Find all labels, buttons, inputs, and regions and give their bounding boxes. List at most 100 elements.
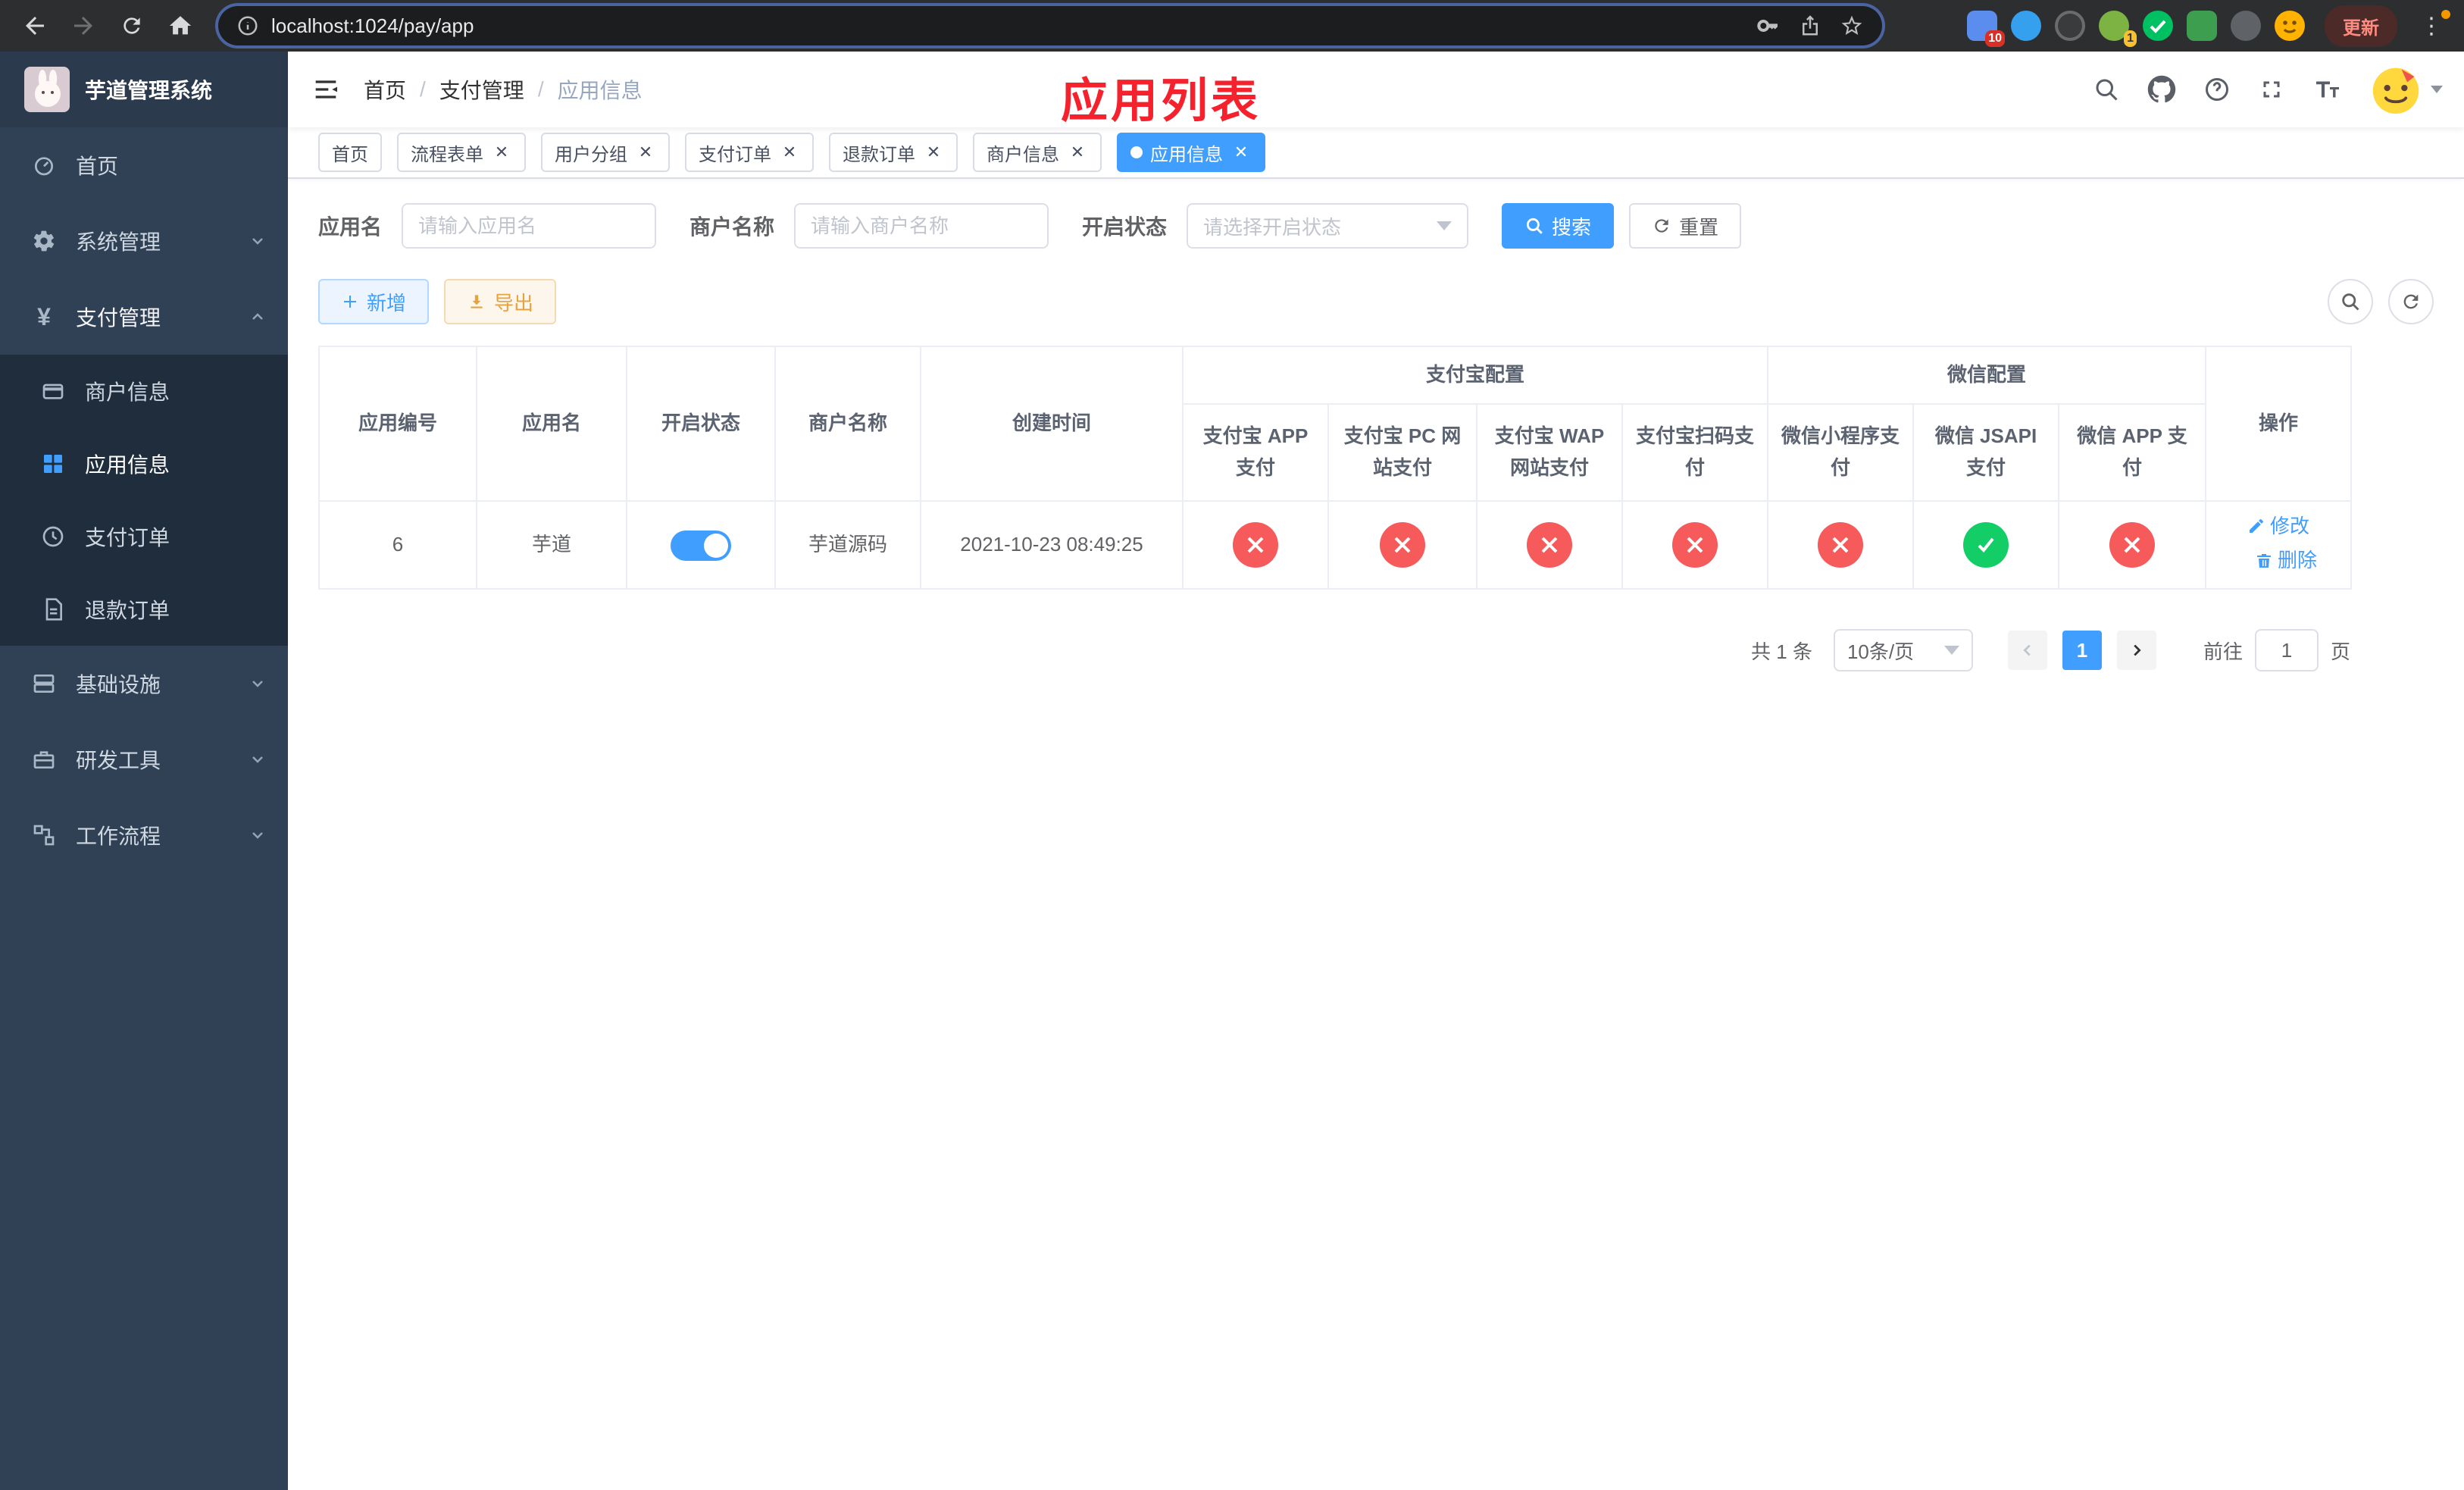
status-select[interactable]: 请选择开启状态 (1187, 203, 1469, 249)
sidebar-item-pay-order[interactable]: 支付订单 (0, 500, 288, 573)
close-icon[interactable]: ✕ (491, 142, 512, 163)
bank-card-icon (39, 379, 67, 403)
sidebar-item-payment[interactable]: ¥ 支付管理 (0, 279, 288, 355)
browser-update-button[interactable]: 更新 (2325, 5, 2397, 47)
tab-user-group[interactable]: 用户分组 ✕ (541, 133, 670, 172)
merchant-name-input-wrap (794, 203, 1049, 249)
search-icon[interactable] (2093, 76, 2120, 103)
delete-button[interactable]: 删除 (2255, 545, 2317, 577)
extension-icon-2[interactable] (2011, 11, 2041, 41)
tab-merchant-info[interactable]: 商户信息 ✕ (973, 133, 1102, 172)
pagination: 共 1 条 10条/页 1 前往 页 (318, 629, 2350, 671)
sidebar-item-home[interactable]: 首页 (0, 127, 288, 203)
add-button[interactable]: 新增 (318, 279, 430, 324)
server-icon (30, 671, 58, 696)
sidebar-item-refund-order[interactable]: 退款订单 (0, 573, 288, 646)
tab-pay-order[interactable]: 支付订单 ✕ (685, 133, 814, 172)
tab-home[interactable]: 首页 (318, 133, 382, 172)
app-logo: 芋道管理系统 (0, 52, 288, 127)
sidebar-item-infrastructure[interactable]: 基础设施 (0, 646, 288, 722)
refresh-table-button[interactable] (2388, 279, 2434, 324)
payment-submenu: 商户信息 应用信息 支付订单 退款订单 (0, 355, 288, 646)
tab-refund-order[interactable]: 退款订单 ✕ (829, 133, 958, 172)
column-group-alipay: 支付宝配置 (1181, 346, 1769, 405)
browser-forward-button[interactable] (64, 6, 103, 45)
column-header-alipay-pc: 支付宝 PC 网站支付 (1327, 403, 1477, 502)
toggle-search-button[interactable] (2328, 279, 2373, 324)
app-name-label: 应用名 (318, 215, 383, 239)
edit-button[interactable]: 修改 (2247, 511, 2309, 543)
breadcrumb-separator: / (537, 77, 544, 101)
goto-page-input[interactable] (2254, 629, 2319, 671)
table-toolbar: 新增 导出 (318, 279, 2434, 324)
browser-home-button[interactable] (161, 6, 200, 45)
close-icon[interactable]: ✕ (1230, 142, 1252, 163)
tab-app-info[interactable]: 应用信息 ✕ (1117, 133, 1265, 172)
search-button[interactable]: 搜索 (1502, 203, 1615, 249)
cell-app-name: 芋道 (476, 500, 627, 590)
sidebar-item-dev-tools[interactable]: 研发工具 (0, 722, 288, 797)
sidebar-toggle-icon[interactable] (288, 52, 364, 127)
merchant-name-input[interactable] (811, 214, 1033, 238)
help-icon[interactable] (2203, 76, 2231, 103)
chevron-down-icon (2431, 86, 2443, 93)
password-key-icon[interactable] (1756, 14, 1781, 38)
browser-address-bar[interactable]: localhost:1024/pay/app (218, 6, 1882, 45)
site-info-icon[interactable] (236, 14, 259, 37)
chevron-down-icon (249, 232, 267, 250)
close-icon[interactable]: ✕ (779, 142, 800, 163)
browser-menu-icon[interactable]: ⋮ (2414, 9, 2450, 39)
sidebar-item-label: 支付管理 (76, 306, 161, 330)
extension-icon-3[interactable] (2055, 11, 2085, 41)
user-menu[interactable] (2370, 64, 2443, 115)
extension-icon-6[interactable] (2187, 11, 2217, 41)
sidebar-item-system[interactable]: 系统管理 (0, 203, 288, 279)
extension-tabs-icon[interactable]: 10 (1967, 11, 2005, 47)
sidebar-item-label: 退款订单 (85, 599, 170, 622)
search-icon (2342, 293, 2359, 311)
next-page-button[interactable] (2116, 631, 2156, 670)
page-number-button[interactable]: 1 (2062, 631, 2102, 670)
url-text[interactable]: localhost:1024/pay/app (271, 14, 1738, 38)
github-icon[interactable] (2147, 75, 2176, 104)
share-icon[interactable] (1799, 14, 1821, 37)
column-header-wechat-mini: 微信小程序支付 (1767, 403, 1915, 502)
close-icon[interactable]: ✕ (1067, 142, 1088, 163)
sidebar-item-workflow[interactable]: 工作流程 (0, 797, 288, 873)
extension-icon-7[interactable] (2231, 11, 2261, 41)
order-icon (39, 524, 67, 549)
download-icon (471, 295, 483, 308)
column-header-wechat-jsapi: 微信 JSAPI 支付 (1912, 403, 2060, 502)
column-header-status: 开启状态 (626, 346, 776, 502)
export-button[interactable]: 导出 (444, 279, 557, 324)
bookmark-star-icon[interactable] (1840, 14, 1864, 38)
wechat-jsapi-enabled-icon (1963, 522, 2009, 568)
sidebar-item-app-info[interactable]: 应用信息 (0, 427, 288, 500)
browser-refresh-button[interactable] (112, 6, 152, 45)
app-name-input[interactable] (418, 214, 640, 238)
prev-page-button[interactable] (2007, 631, 2047, 670)
status-toggle[interactable] (671, 531, 731, 562)
fullscreen-icon[interactable] (2258, 76, 2285, 103)
reset-button[interactable]: 重置 (1629, 203, 1742, 249)
extension-icon-5[interactable] (2143, 11, 2173, 41)
font-size-icon[interactable] (2312, 76, 2343, 103)
total-count: 共 1 条 (1751, 640, 1812, 663)
extension-icon-8[interactable] (2275, 11, 2305, 41)
alipay-app-disabled-icon (1233, 522, 1278, 568)
column-header-actions: 操作 (2205, 346, 2353, 502)
browser-back-button[interactable] (15, 6, 55, 45)
close-icon[interactable]: ✕ (923, 142, 944, 163)
page-title: 应用列表 (1061, 75, 1262, 127)
gear-icon (30, 229, 58, 253)
tab-flow-form[interactable]: 流程表单 ✕ (397, 133, 526, 172)
sidebar-item-merchant-info[interactable]: 商户信息 (0, 355, 288, 427)
breadcrumb-payment[interactable]: 支付管理 (439, 74, 524, 105)
dashboard-icon (30, 153, 58, 177)
page-size-select[interactable]: 10条/页 (1833, 629, 1973, 671)
breadcrumb-home[interactable]: 首页 (364, 74, 406, 105)
close-icon[interactable]: ✕ (635, 142, 656, 163)
extension-icon-4[interactable]: 1 (2099, 11, 2137, 47)
cell-merchant: 芋道源码 (774, 500, 921, 590)
goto-unit-label: 页 (2330, 640, 2350, 663)
